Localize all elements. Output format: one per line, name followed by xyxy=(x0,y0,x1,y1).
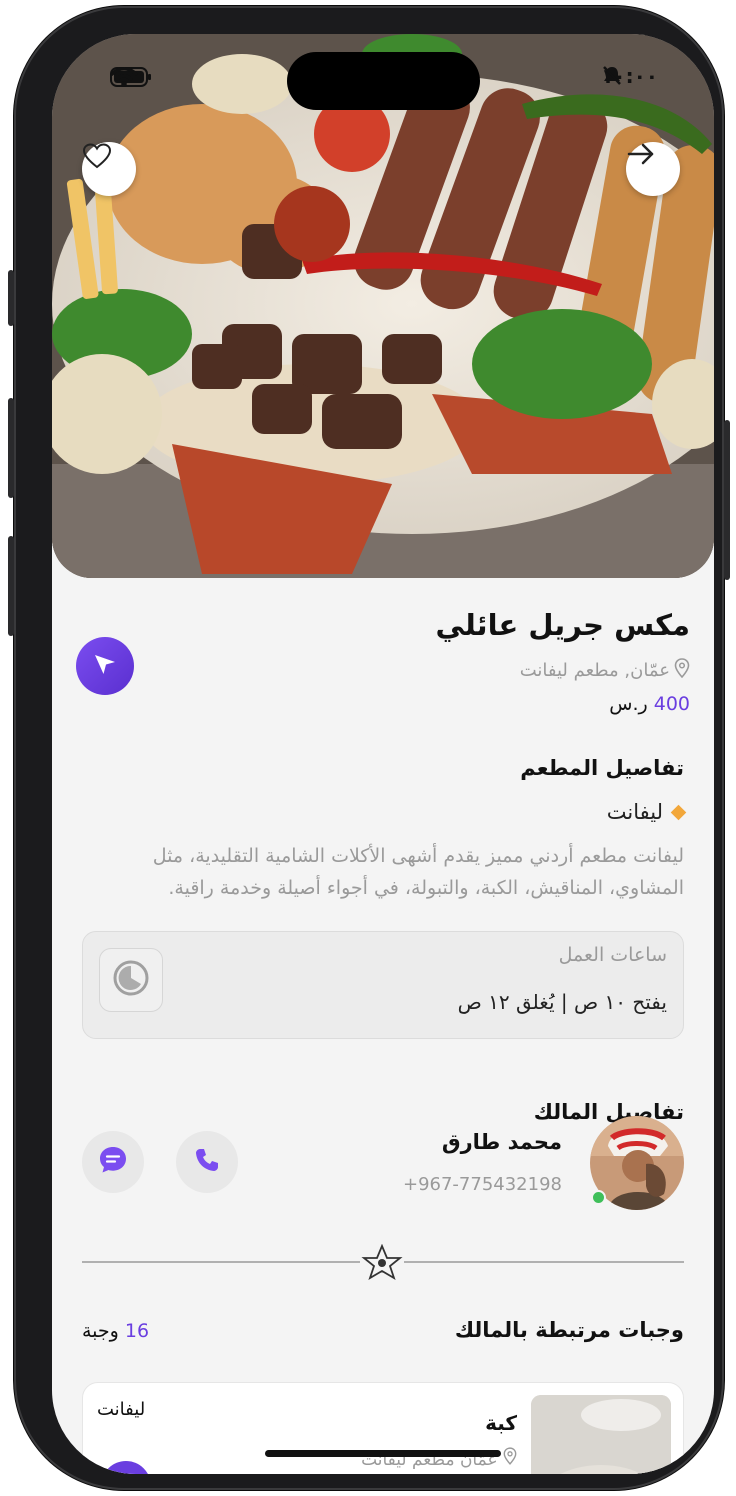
star-icon xyxy=(361,1243,403,1280)
details-content: مكس جريل عائلي عمّان, مطعم ليفانت 400 ر.… xyxy=(52,578,714,1474)
meals-count-value: 16 xyxy=(124,1320,150,1342)
screen: ١٠:٠٠ مكس جريل عائلي عمّان, مطعم ليفانت … xyxy=(52,34,714,1474)
volume-down-button xyxy=(8,536,14,636)
related-meals-heading: وجبات مرتبطة بالمالك xyxy=(454,1318,684,1342)
meal-card[interactable]: كبة عمّان مطعم ليفانت ليفانت xyxy=(82,1382,684,1474)
location-pin-icon xyxy=(674,658,690,683)
owner-name: محمد طارق xyxy=(441,1130,562,1154)
clock-icon-box xyxy=(99,948,163,1012)
navigate-button[interactable] xyxy=(76,637,134,695)
dish-hero-image: ١٠:٠٠ xyxy=(52,34,714,578)
working-hours-label: ساعات العمل xyxy=(558,944,667,966)
navigation-arrow-icon xyxy=(92,651,118,681)
phone-frame: ١٠:٠٠ مكس جريل عائلي عمّان, مطعم ليفانت … xyxy=(8,6,730,1490)
dish-location-text: عمّان, مطعم ليفانت xyxy=(519,660,670,681)
restaurant-name: ليفانت xyxy=(606,800,687,824)
price-currency: ر.س xyxy=(609,693,648,715)
clock-icon xyxy=(111,958,151,1002)
dish-price: 400 ر.س xyxy=(609,693,690,715)
share-button[interactable] xyxy=(626,142,680,196)
restaurant-details-heading: تفاصيل المطعم xyxy=(520,756,684,780)
section-divider xyxy=(82,1243,684,1280)
restaurant-name-text: ليفانت xyxy=(606,800,663,824)
power-button xyxy=(724,420,730,580)
online-status-indicator xyxy=(591,1190,606,1205)
meals-count-unit: وجبة xyxy=(82,1320,119,1342)
owner-details-heading: تفاصيل المالك xyxy=(533,1100,684,1124)
home-indicator[interactable] xyxy=(265,1450,501,1457)
chat-button[interactable] xyxy=(82,1131,144,1193)
favorite-button[interactable] xyxy=(82,142,136,196)
call-button[interactable] xyxy=(176,1131,238,1193)
working-hours-value: يفتح ١٠ ص | يُغلق ١٢ ص xyxy=(457,990,667,1014)
diamond-icon xyxy=(670,804,687,820)
grill-platter-illustration xyxy=(52,34,714,578)
meal-name: كبة xyxy=(485,1411,517,1435)
status-bar-right: ١٠:٠٠ xyxy=(601,64,666,88)
mute-switch xyxy=(8,270,14,326)
dish-title: مكس جريل عائلي xyxy=(435,608,691,642)
owner-phone: +967-775432198 xyxy=(402,1174,562,1195)
dynamic-island xyxy=(287,52,480,110)
dish-location: عمّان, مطعم ليفانت xyxy=(520,658,690,683)
price-value: 400 xyxy=(653,693,690,715)
restaurant-description: ليفانت مطعم أردني مميز يقدم أشهى الأكلات… xyxy=(152,845,684,899)
related-meals-count: 16 وجبة xyxy=(82,1320,149,1342)
chat-icon xyxy=(97,1144,129,1180)
working-hours-card: ساعات العمل يفتح ١٠ ص | يُغلق ١٢ ص xyxy=(82,931,684,1039)
meal-action-button[interactable] xyxy=(101,1461,151,1474)
phone-icon xyxy=(193,1146,221,1178)
volume-up-button xyxy=(8,398,14,498)
meal-image xyxy=(531,1395,671,1474)
meal-restaurant-tag: ليفانت xyxy=(97,1399,146,1420)
